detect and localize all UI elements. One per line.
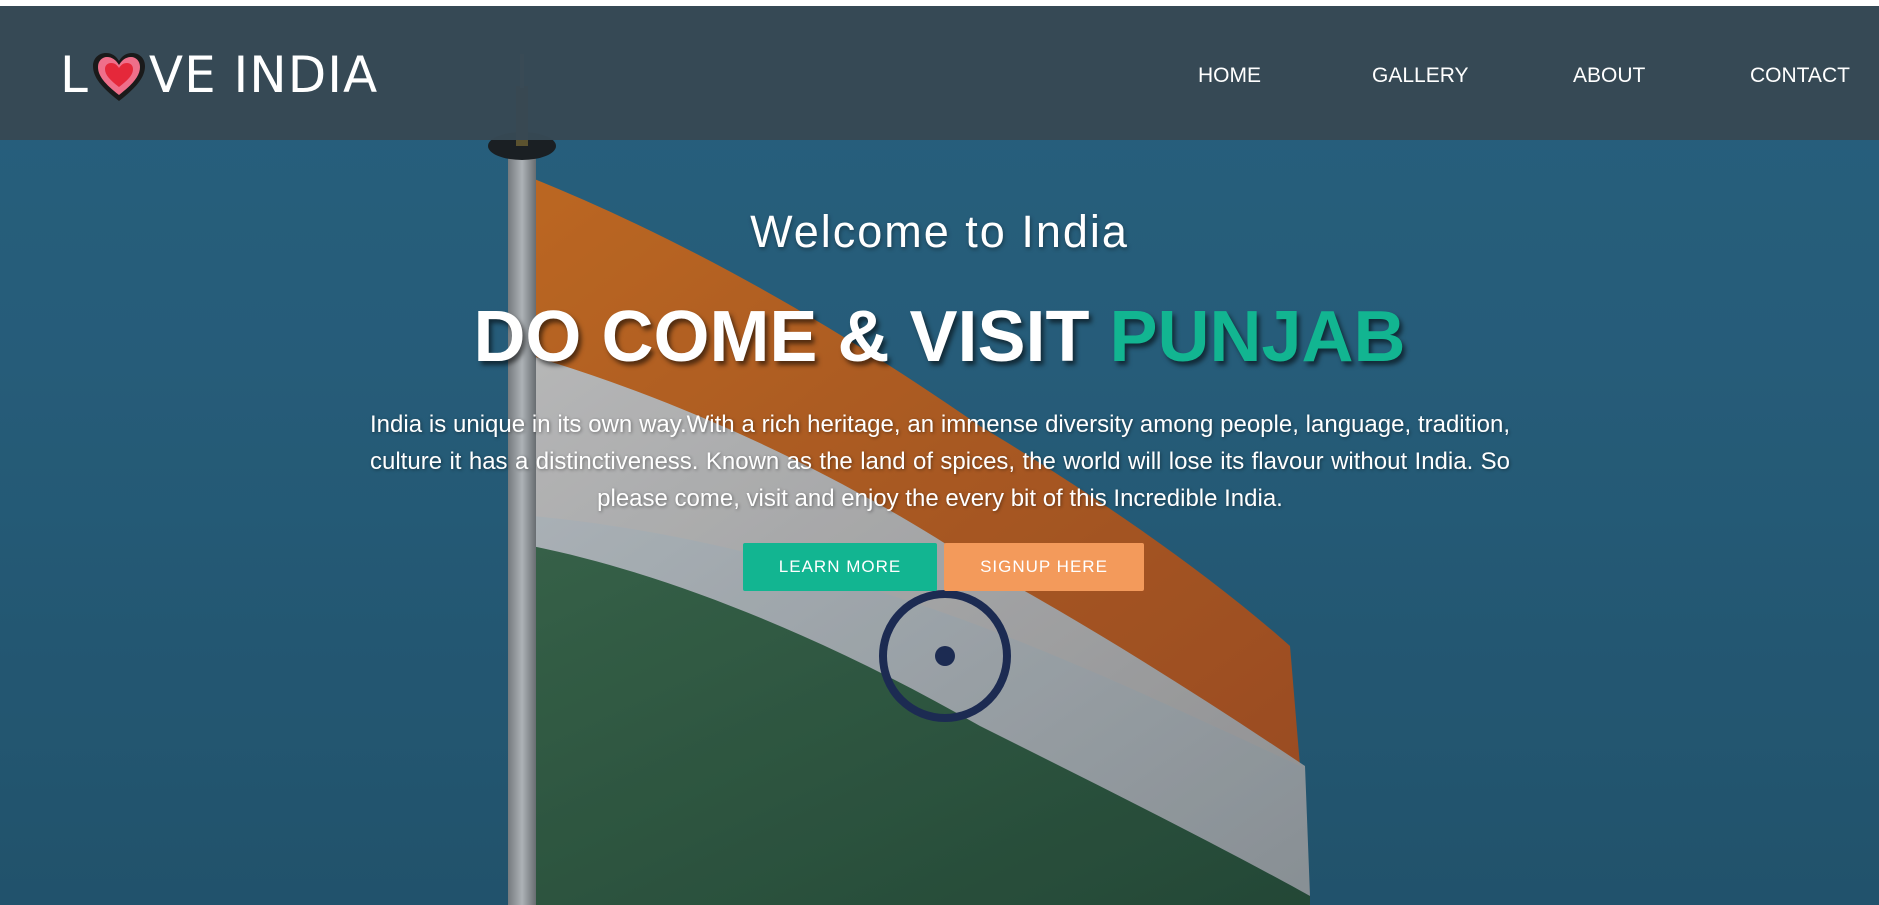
nav-menu: HOME GALLERY ABOUT CONTACT [0, 64, 1879, 94]
top-navbar: L VE INDIA HOME GALLERY ABOUT CONTACT [0, 6, 1879, 140]
learn-more-button[interactable]: LEARN MORE [743, 543, 937, 591]
welcome-heading: Welcome to India [750, 206, 1129, 257]
headline-main: DO COME & VISIT [473, 297, 1110, 377]
nav-gallery[interactable]: GALLERY [1372, 64, 1469, 88]
nav-home[interactable]: HOME [1198, 64, 1261, 88]
nav-about[interactable]: ABOUT [1573, 64, 1645, 88]
headline-accent: PUNJAB [1109, 297, 1406, 377]
hero-description: India is unique in its own way.With a ri… [370, 411, 1510, 512]
nav-contact[interactable]: CONTACT [1750, 64, 1850, 88]
signup-button[interactable]: SIGNUP HERE [944, 543, 1144, 591]
hero-headline: DO COME & VISIT PUNJAB [0, 296, 1879, 378]
hero-section: Welcome to India DO COME & VISIT PUNJAB … [0, 6, 1879, 905]
